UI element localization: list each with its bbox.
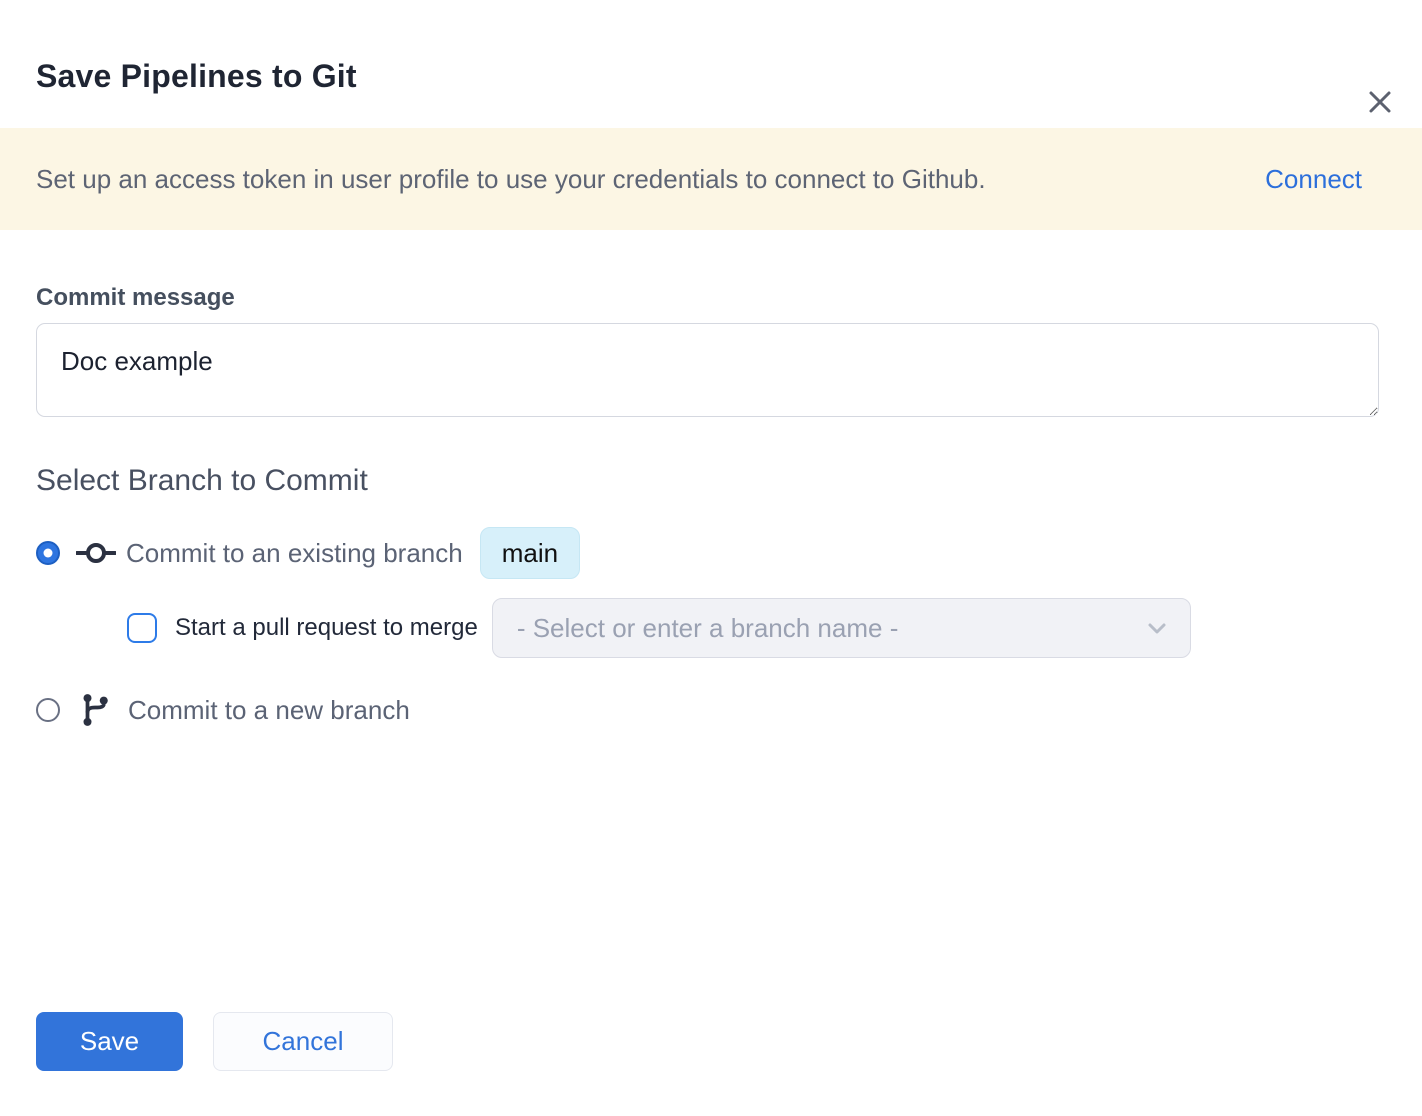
dialog-title: Save Pipelines to Git (36, 56, 1422, 96)
pull-request-row: Start a pull request to merge - Select o… (127, 598, 1379, 658)
dialog-footer: Save Cancel (36, 1012, 1422, 1071)
connect-link[interactable]: Connect (1265, 164, 1362, 195)
pull-request-checkbox[interactable] (127, 613, 157, 643)
save-button[interactable]: Save (36, 1012, 183, 1071)
pull-request-label[interactable]: Start a pull request to merge (175, 614, 478, 642)
new-branch-radio[interactable] (36, 698, 60, 722)
git-commit-icon (76, 541, 116, 565)
existing-branch-label[interactable]: Commit to an existing branch (126, 538, 463, 569)
dialog-content: Commit message Doc example Select Branch… (0, 283, 1422, 734)
close-icon (1365, 87, 1395, 117)
branch-section-heading: Select Branch to Commit (36, 462, 1379, 500)
close-button[interactable] (1362, 84, 1398, 120)
save-pipelines-dialog: Save Pipelines to Git Set up an access t… (0, 56, 1422, 1116)
branch-badge[interactable]: main (480, 527, 580, 579)
chevron-down-icon (1144, 615, 1170, 641)
access-token-banner: Set up an access token in user profile t… (0, 128, 1422, 230)
banner-message: Set up an access token in user profile t… (36, 162, 986, 196)
existing-branch-radio[interactable] (36, 541, 60, 565)
new-branch-row: Commit to a new branch (36, 686, 1379, 734)
existing-branch-row: Commit to an existing branch main (36, 527, 1379, 579)
commit-message-textarea[interactable]: Doc example (36, 323, 1379, 417)
cancel-button[interactable]: Cancel (213, 1012, 393, 1071)
git-branch-icon (80, 691, 110, 729)
new-branch-label[interactable]: Commit to a new branch (128, 695, 410, 726)
commit-message-label: Commit message (36, 283, 1379, 313)
target-branch-select[interactable]: - Select or enter a branch name - (492, 598, 1191, 658)
target-branch-placeholder: - Select or enter a branch name - (517, 613, 899, 644)
